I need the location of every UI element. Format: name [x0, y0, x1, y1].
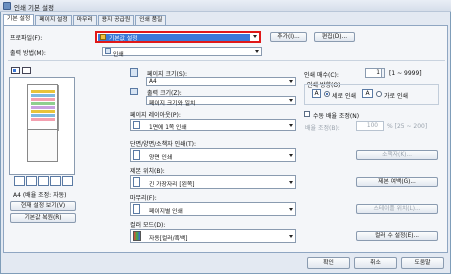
printer-view-icon[interactable] — [22, 67, 31, 74]
title-bar: 인쇄 기본 설정 — [0, 0, 451, 12]
scale-value: 100 — [366, 123, 378, 129]
ok-button[interactable]: 확인 — [307, 257, 350, 269]
tab-page-setup[interactable]: 페이지 설정 — [35, 15, 72, 25]
binding-value: 긴 가장자리 [왼쪽] — [149, 182, 195, 188]
chevron-down-icon — [289, 235, 293, 238]
page-layout-label: 페이지 레이아웃(P): — [130, 112, 181, 119]
tab-print-quality[interactable]: 인쇄 품질 — [135, 15, 167, 25]
page-size-select[interactable]: A4 — [146, 77, 296, 86]
layout-color-icon[interactable] — [62, 176, 73, 186]
add-profile-button[interactable]: 추가(I)... — [270, 32, 307, 42]
binding-label: 제본 위치(B): — [130, 168, 165, 175]
color-mode-select[interactable]: 자동[컬러/흑백] — [130, 229, 296, 243]
output-method-label: 출력 방법(M): — [10, 50, 46, 57]
binding-select[interactable]: 긴 가장자리 [왼쪽] — [130, 175, 296, 189]
output-method-value: 인쇄 — [113, 52, 124, 58]
landscape-label: 가로 인쇄 — [384, 93, 408, 100]
help-button[interactable]: 도움말 — [401, 257, 444, 269]
duplex-value: 양면 인쇄 — [149, 155, 173, 161]
preview-content — [31, 90, 55, 122]
output-size-select[interactable]: 페이지 크기와 일치 — [146, 96, 296, 107]
scale-range: % [25 ~ 200] — [387, 123, 428, 130]
layout-1up-icon[interactable] — [14, 176, 25, 186]
color-mode-icon — [133, 231, 141, 241]
chevron-down-icon — [255, 50, 259, 53]
preview-paper-edge — [27, 130, 58, 162]
profile-value: 기본값 설정 — [109, 36, 138, 42]
cancel-button[interactable]: 취소 — [354, 257, 397, 269]
preview-page — [27, 84, 58, 130]
scale-label: 배율 조정(B): — [305, 125, 340, 132]
collate-icon — [133, 204, 140, 214]
print-icon — [105, 48, 111, 54]
duplex-select[interactable]: 양면 인쇄 — [130, 148, 296, 162]
chevron-down-icon — [289, 154, 293, 157]
portrait-icon: A — [312, 89, 321, 98]
color-settings-button[interactable]: 컬러 수 설정(E)... — [356, 231, 438, 241]
color-mode-label: 컬러 모드(D): — [130, 222, 166, 229]
duplex-label: 단면/양면/소책자 인쇄(T): — [130, 141, 196, 148]
page-layout-select[interactable]: 1면에 1쪽 인쇄 — [130, 119, 296, 131]
copies-label: 인쇄 매수(C): — [304, 72, 339, 79]
preview-mode-icon[interactable] — [11, 67, 20, 74]
chevron-down-icon — [289, 80, 293, 83]
layout-staple-icon[interactable] — [26, 176, 37, 186]
finishing-label: 마무리(F): — [130, 195, 157, 202]
divider — [8, 60, 445, 61]
restore-defaults-button[interactable]: 기본값 복원(R) — [10, 213, 76, 223]
preview-mode-mark — [13, 69, 16, 72]
chevron-down-icon — [289, 181, 293, 184]
staple-position-button[interactable]: 스테이플 위치(L)... — [356, 204, 438, 214]
layout-duplex-icon[interactable] — [38, 176, 49, 186]
copies-value: 1 — [376, 70, 380, 76]
booklet-button[interactable]: 소책자(K)... — [356, 150, 438, 160]
page-size-icon — [130, 68, 138, 77]
layout-booklet-icon[interactable] — [50, 176, 61, 186]
profile-icon — [100, 34, 106, 40]
copies-input[interactable]: 1 — [365, 68, 385, 78]
chevron-down-icon — [289, 99, 293, 102]
output-method-select[interactable]: 인쇄 — [102, 47, 262, 58]
preview-status-text: A4 (배율 조정: 자동) — [13, 192, 67, 199]
view-current-settings-button[interactable]: 현재 설정 보기(V) — [10, 201, 76, 211]
output-size-value: 페이지 크기와 일치 — [149, 101, 196, 107]
output-size-icon — [130, 88, 138, 95]
printer-icon — [3, 2, 11, 10]
manual-scale-checkbox[interactable] — [304, 111, 310, 117]
page-layout-value: 1면에 1쪽 인쇄 — [149, 125, 187, 131]
chevron-down-icon — [253, 35, 257, 38]
landscape-radio[interactable] — [376, 91, 382, 97]
scale-input[interactable]: 100 — [356, 121, 384, 131]
layout-1up-icon — [133, 121, 140, 129]
duplex-icon — [133, 150, 140, 160]
tab-finishing[interactable]: 마무리 — [72, 15, 97, 25]
chevron-down-icon — [289, 124, 293, 127]
window-title: 인쇄 기본 설정 — [14, 4, 55, 12]
copies-spinner[interactable] — [381, 69, 384, 77]
finishing-value: 페이지별 인쇄 — [149, 209, 183, 215]
portrait-radio[interactable] — [324, 91, 330, 97]
page-size-value: A4 — [149, 79, 157, 85]
binding-icon — [133, 177, 140, 187]
preview-layout-buttons — [14, 176, 76, 187]
landscape-icon: A — [362, 89, 373, 98]
edit-profile-button[interactable]: 편집(D)... — [314, 32, 355, 42]
tab-basic-settings[interactable]: 기본 설정 — [3, 14, 35, 25]
finishing-select[interactable]: 페이지별 인쇄 — [130, 202, 296, 216]
portrait-label: 세로 인쇄 — [332, 93, 356, 100]
copies-range: [1 ~ 9999] — [389, 70, 422, 77]
tab-paper-source[interactable]: 용지 공급원 — [97, 15, 135, 25]
chevron-down-icon — [289, 208, 293, 211]
color-mode-value: 자동[컬러/흑백] — [149, 236, 188, 242]
profile-select[interactable]: 기본값 설정 — [95, 31, 261, 43]
binding-margin-button[interactable]: 제본 여백(G)... — [356, 177, 438, 187]
profile-label: 프로파일(F): — [10, 35, 43, 42]
manual-scale-label: 수동 배율 조정(N) — [313, 113, 360, 120]
